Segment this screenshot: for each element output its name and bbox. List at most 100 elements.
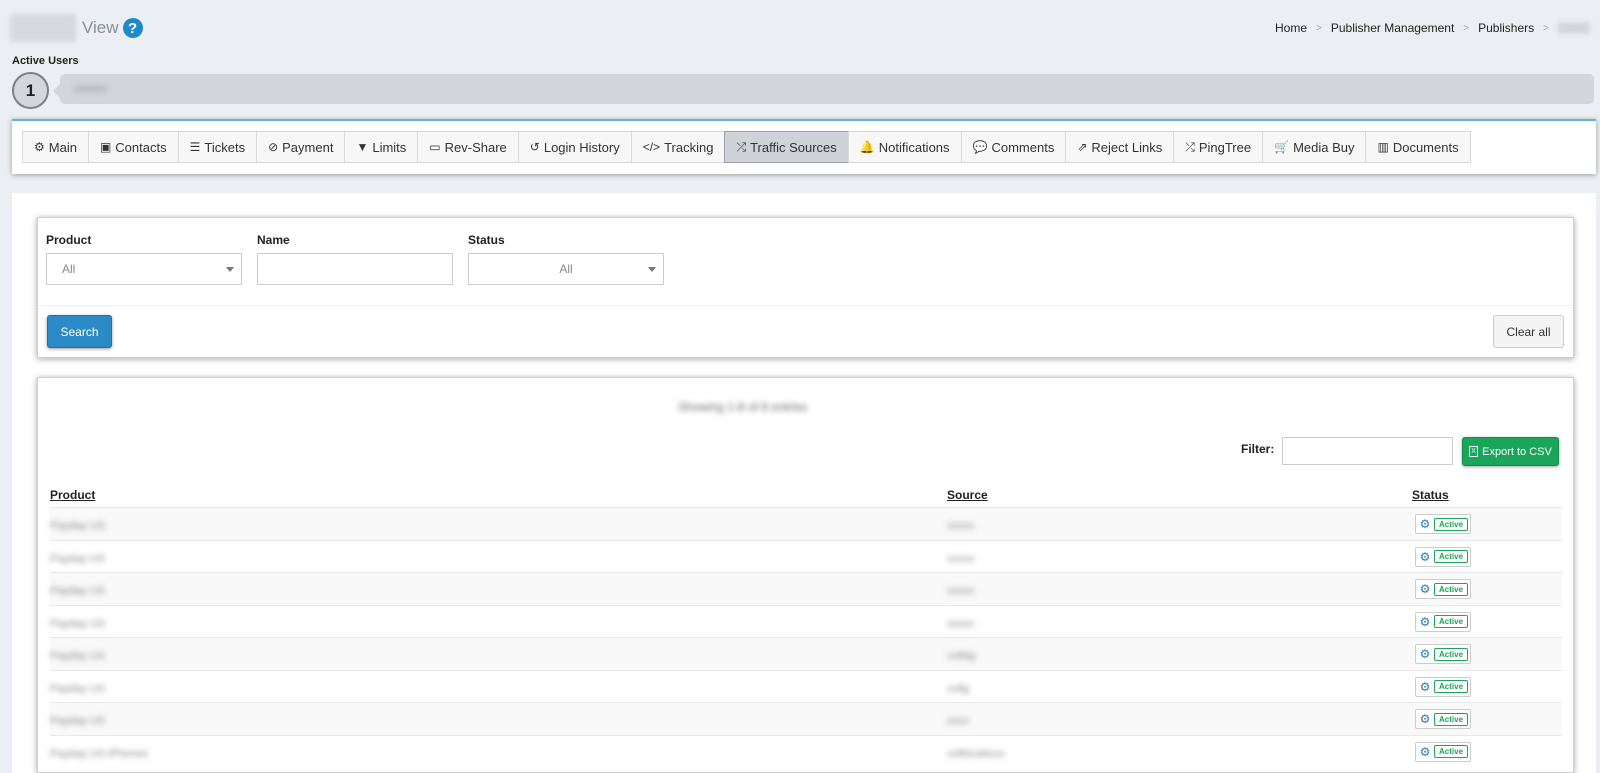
tab-documents[interactable]: ▥ Documents xyxy=(1365,131,1471,163)
status-toggle-button[interactable]: ⚙ Active xyxy=(1415,644,1472,664)
cart-icon: 🛒 xyxy=(1274,140,1290,154)
active-user-name-redacted: xxxxxx xyxy=(74,83,107,95)
tab-label: Notifications xyxy=(878,139,950,155)
source-cell-redacted: xxxxx xyxy=(947,517,975,532)
status-toggle-button[interactable]: ⚙ Active xyxy=(1415,676,1472,697)
tab-tracking[interactable]: </> Tracking xyxy=(630,131,726,163)
tab-label: Reject Links xyxy=(1091,139,1163,155)
cogs-icon: ⚙ xyxy=(1419,679,1431,694)
chevron-down-icon xyxy=(226,267,234,272)
clear-all-button[interactable]: Clear all xyxy=(1493,315,1564,348)
chevron-down-icon xyxy=(648,267,656,272)
status-toggle-button[interactable]: ⚙ Active xyxy=(1415,546,1472,567)
external-link-icon: ⇗ xyxy=(1077,140,1088,154)
search-button[interactable]: Search xyxy=(47,315,112,348)
cogs-icon: ⚙ xyxy=(1419,614,1431,629)
history-icon: ↺ xyxy=(529,140,540,154)
status-select-value: All xyxy=(559,262,573,276)
tab-main[interactable]: ⚙ Main xyxy=(22,131,89,163)
column-header-source[interactable]: Source xyxy=(947,488,988,502)
tab-comments[interactable]: 💬 Comments xyxy=(960,131,1067,163)
tab-label: Tracking xyxy=(664,139,714,155)
product-name-redacted: Payday US xyxy=(50,617,106,630)
source-name-redacted: xxxxx xyxy=(947,617,975,630)
source-name-redacted: xxllg xyxy=(947,682,970,695)
product-select[interactable]: All xyxy=(46,253,242,285)
column-header-product[interactable]: Product xyxy=(50,488,95,502)
cogs-icon: ⚙ xyxy=(34,140,45,154)
source-cell-redacted: xxxxx xyxy=(947,582,975,597)
tab-payment[interactable]: ⊘ Payment xyxy=(256,131,346,163)
tab-contacts[interactable]: ▣ Contacts xyxy=(87,131,179,163)
help-icon[interactable]: ? xyxy=(122,18,143,38)
name-input[interactable] xyxy=(257,253,453,285)
tab-label: PingTree xyxy=(1198,139,1252,155)
tab-login-history[interactable]: ↺ Login History xyxy=(517,131,632,163)
excel-file-icon: X xyxy=(1469,446,1479,457)
source-cell-redacted: xxxxx xyxy=(947,550,975,565)
status-toggle-button[interactable]: ⚙ Active xyxy=(1415,709,1472,729)
breadcrumb-publishers[interactable]: Publishers xyxy=(1478,21,1534,35)
filter-input[interactable] xyxy=(1282,437,1453,465)
name-label: Name xyxy=(257,233,290,247)
tab-tickets[interactable]: ☰ Tickets xyxy=(177,131,258,163)
table-row: Payday US xxllg ⚙ Active xyxy=(50,669,1562,702)
tab-label: Contacts xyxy=(115,139,167,155)
tab-label: Documents xyxy=(1392,139,1459,155)
status-toggle-button[interactable]: ⚙ Active xyxy=(1415,611,1472,632)
breadcrumb-publisher-management[interactable]: Publisher Management xyxy=(1331,21,1454,35)
source-cell-redacted: xxlblg xyxy=(947,647,975,662)
table-row: Payday US xxxx ⚙ Active xyxy=(50,702,1562,735)
table-row: Payday US xxxxx ⚙ Active xyxy=(50,604,1562,637)
tab-pingtree[interactable]: ⤮ PingTree xyxy=(1173,131,1264,163)
table-row: Payday US xxxxx ⚙ Active xyxy=(50,539,1562,572)
status-label: Status xyxy=(468,233,505,247)
cogs-icon: ⚙ xyxy=(1419,712,1431,726)
tab-limits[interactable]: ▼ Limits xyxy=(344,131,419,163)
breadcrumb-separator: > xyxy=(1463,22,1470,34)
tab-label: Rev-Share xyxy=(444,139,507,155)
status-toggle-button[interactable]: ⚙ Active xyxy=(1415,579,1472,599)
status-badge: Active xyxy=(1434,745,1469,758)
column-header-status[interactable]: Status xyxy=(1412,488,1449,502)
filter-label: Filter: xyxy=(1241,442,1275,456)
tab-media-buy[interactable]: 🛒 Media Buy xyxy=(1262,131,1367,163)
export-csv-button[interactable]: X Export to CSV xyxy=(1462,437,1559,466)
tab-rev-share[interactable]: ▭ Rev-Share xyxy=(417,131,519,163)
tab-label: Tickets xyxy=(204,139,246,155)
product-select-value: All xyxy=(62,262,76,276)
cogs-icon: ⚙ xyxy=(1419,647,1431,661)
table-row: Payday US xxlblg ⚙ Active xyxy=(50,637,1562,670)
user-bar-pointer xyxy=(53,84,60,98)
active-user-bar: xxxxxx xyxy=(60,74,1594,104)
breadcrumb-separator: > xyxy=(1316,22,1322,34)
breadcrumb-home[interactable]: Home xyxy=(1275,21,1307,35)
status-badge: Active xyxy=(1434,615,1469,628)
cogs-icon: ⚙ xyxy=(1419,549,1431,564)
product-name-redacted: Payday US xyxy=(50,650,106,662)
source-name-redacted: xxlblxxblxxx xyxy=(947,747,1006,760)
status-select[interactable]: All xyxy=(468,253,664,285)
export-csv-label: Export to CSV xyxy=(1482,445,1552,458)
list-icon: ☰ xyxy=(189,140,201,154)
tab-traffic-sources[interactable]: ⤮ Traffic Sources xyxy=(724,131,849,163)
tab-notifications[interactable]: 🔔 Notifications xyxy=(847,131,962,163)
product-cell-redacted: Payday US xyxy=(50,550,195,565)
source-cell-redacted: xxlblxxblxxx xyxy=(947,745,1005,760)
product-cell-redacted: Payday US xyxy=(50,517,195,532)
product-cell-redacted: Payday US xyxy=(50,615,195,630)
ban-icon: ⊘ xyxy=(268,140,279,154)
tab-bar: ⚙ Main ▣ Contacts ☰ Tickets ⊘ Payment ▼ Limits ▭ Re… xyxy=(22,131,1471,163)
money-icon: ▭ xyxy=(429,140,441,154)
status-toggle-button[interactable]: ⚙ Active xyxy=(1415,514,1472,534)
status-toggle-button[interactable]: ⚙ Active xyxy=(1415,741,1472,762)
product-name-redacted: Payday US xyxy=(50,520,106,532)
status-badge: Active xyxy=(1434,647,1469,661)
source-cell-redacted: xxxx xyxy=(947,712,969,727)
tab-reject-links[interactable]: ⇗ Reject Links xyxy=(1065,131,1175,163)
source-name-redacted: xxxxx xyxy=(947,520,975,532)
table-row: Payday US xxxxx ⚙ Active xyxy=(50,572,1562,605)
status-badge: Active xyxy=(1434,680,1469,693)
product-cell-redacted: Payday US iPhones xyxy=(50,745,195,760)
product-cell-redacted: Payday US xyxy=(50,680,195,695)
